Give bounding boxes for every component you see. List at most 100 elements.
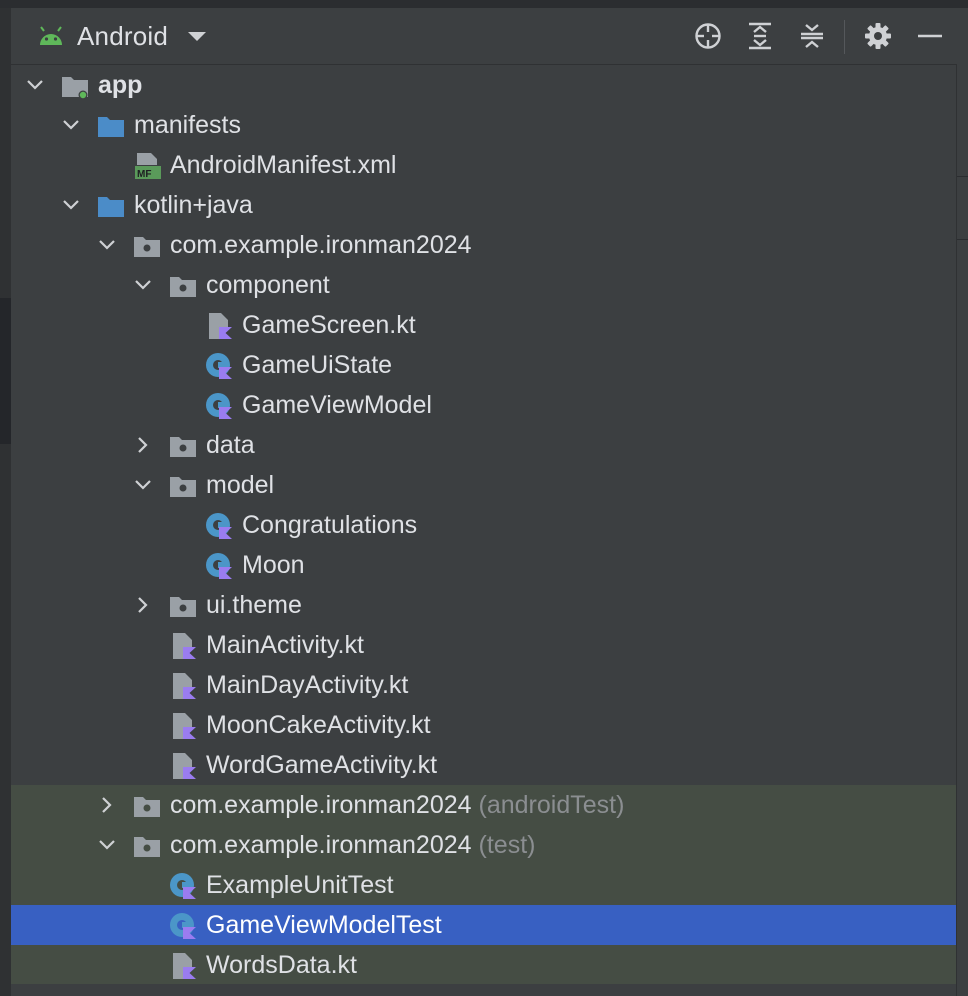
tree-label: MainDayActivity.kt — [206, 671, 409, 699]
chevron-right-icon[interactable] — [133, 435, 153, 455]
right-splitter[interactable] — [956, 64, 968, 996]
tree-label: WordsData.kt — [206, 951, 357, 979]
tree-label: ui.theme — [206, 591, 302, 619]
kotlin-class-icon — [170, 913, 196, 939]
tree-label: com.example.ironman2024 — [170, 231, 472, 259]
package-icon — [134, 237, 160, 257]
tree-row-component[interactable]: component — [11, 265, 956, 305]
kotlin-class-icon — [170, 873, 196, 899]
tree-row-data[interactable]: data — [11, 425, 956, 465]
tree-row-model[interactable]: model — [11, 465, 956, 505]
kotlin-file-icon — [173, 633, 196, 659]
left-tool-strip — [0, 8, 11, 996]
tree-label: model — [206, 471, 275, 499]
tree-label: component — [206, 271, 330, 299]
tree-row-package-main[interactable]: com.example.ironman2024 — [11, 225, 956, 265]
chevron-down-icon[interactable] — [97, 235, 117, 255]
kotlin-file-icon — [173, 673, 196, 699]
tree-row-mainactivity[interactable]: MainActivity.kt — [11, 625, 956, 665]
view-mode-selector[interactable]: Android — [37, 8, 207, 64]
tree-label: MoonCakeActivity.kt — [206, 711, 431, 739]
chevron-down-icon[interactable] — [97, 835, 117, 855]
tree-label: GameViewModelTest — [206, 911, 442, 939]
toolbar-separator — [844, 20, 845, 54]
package-icon — [170, 597, 196, 617]
package-icon — [170, 437, 196, 457]
tree-row-gameviewmodel[interactable]: GameViewModel — [11, 385, 956, 425]
tree-label: kotlin+java — [134, 191, 253, 219]
kotlin-class-icon — [206, 553, 232, 579]
tree-label: AndroidManifest.xml — [170, 151, 397, 179]
tree-label: GameViewModel — [242, 391, 432, 419]
tree-row-app[interactable]: app — [11, 65, 956, 105]
locate-target-icon[interactable] — [691, 19, 725, 53]
tree-label: GameScreen.kt — [242, 311, 416, 339]
chevron-down-icon[interactable] — [61, 115, 81, 135]
tree-label: Congratulations — [242, 511, 418, 539]
tree-row-kotlin-java[interactable]: kotlin+java — [11, 185, 956, 225]
package-icon — [134, 837, 160, 857]
module-folder-icon — [62, 77, 88, 100]
tree-label: GameUiState — [242, 351, 393, 379]
chevron-down-icon[interactable] — [25, 75, 45, 95]
minimize-icon[interactable] — [913, 19, 947, 53]
kotlin-file-icon — [173, 953, 196, 979]
package-icon — [170, 277, 196, 297]
tree-label: manifests — [134, 111, 241, 139]
tree-row-package-androidtest[interactable]: com.example.ironman2024 (androidTest) — [11, 785, 956, 825]
tree-label-suffix: (test) — [478, 831, 536, 859]
collapse-all-icon[interactable] — [795, 19, 829, 53]
android-icon — [40, 26, 62, 45]
tree-overflow-row — [11, 984, 956, 996]
tree-label-text: com.example.ironman2024 — [170, 791, 472, 819]
tree-row-gamescreen[interactable]: GameScreen.kt — [11, 305, 956, 345]
folder-icon — [98, 117, 124, 137]
tree-row-manifests[interactable]: manifests — [11, 105, 956, 145]
tree-label: Moon — [242, 551, 305, 579]
tree-row-wordgameactivity[interactable]: WordGameActivity.kt — [11, 745, 956, 785]
chevron-down-icon[interactable] — [133, 275, 153, 295]
kotlin-file-icon — [173, 713, 196, 739]
project-toolbar: Android — [11, 8, 956, 65]
chevron-right-icon[interactable] — [133, 595, 153, 615]
tree-label: ExampleUnitTest — [206, 871, 394, 899]
package-icon — [134, 797, 160, 817]
dropdown-chevron-icon[interactable] — [188, 31, 207, 41]
tree-row-moon[interactable]: Moon — [11, 545, 956, 585]
expand-all-icon[interactable] — [743, 19, 777, 53]
kotlin-file-icon — [173, 753, 196, 779]
package-icon — [170, 477, 196, 497]
folder-icon — [98, 197, 124, 217]
tree-label-text: com.example.ironman2024 — [170, 831, 472, 859]
tree-row-mooncakeactivity[interactable]: MoonCakeActivity.kt — [11, 705, 956, 745]
tree-label: MainActivity.kt — [206, 631, 364, 659]
kotlin-file-icon — [209, 313, 232, 339]
left-tool-strip-active-marker — [0, 298, 11, 444]
chevron-down-icon[interactable] — [61, 195, 81, 215]
kotlin-class-icon — [206, 513, 232, 539]
tree-label: app — [98, 71, 143, 99]
kotlin-class-icon — [206, 393, 232, 419]
kotlin-class-icon — [206, 353, 232, 379]
tree-row-congratulations[interactable]: Congratulations — [11, 505, 956, 545]
tree-row-exampleunittest[interactable]: ExampleUnitTest — [11, 865, 956, 905]
tree-row-gameuistate[interactable]: GameUiState — [11, 345, 956, 385]
chevron-down-icon[interactable] — [133, 475, 153, 495]
tree-row-gameviewmodeltest[interactable]: GameViewModelTest — [11, 905, 956, 945]
tree-row-ui-theme[interactable]: ui.theme — [11, 585, 956, 625]
svg-text:MF: MF — [137, 169, 151, 180]
tree-label: com.example.ironman2024 (test) — [170, 825, 535, 865]
right-splitter-notch — [957, 176, 968, 240]
tree-row-maindayactivity[interactable]: MainDayActivity.kt — [11, 665, 956, 705]
tree-row-package-test[interactable]: com.example.ironman2024 (test) — [11, 825, 956, 865]
view-mode-label: Android — [77, 20, 169, 51]
window-top-border — [0, 0, 968, 8]
manifest-file-icon: MF — [135, 153, 161, 180]
tree-label-suffix: (androidTest) — [478, 791, 625, 819]
tree-label: WordGameActivity.kt — [206, 751, 438, 779]
gear-icon[interactable] — [861, 19, 895, 53]
tree-row-androidmanifest[interactable]: MF AndroidManifest.xml — [11, 145, 956, 185]
chevron-right-icon[interactable] — [97, 795, 117, 815]
tree-label: com.example.ironman2024 (androidTest) — [170, 785, 624, 825]
tree-row-wordsdata[interactable]: WordsData.kt — [11, 945, 956, 985]
